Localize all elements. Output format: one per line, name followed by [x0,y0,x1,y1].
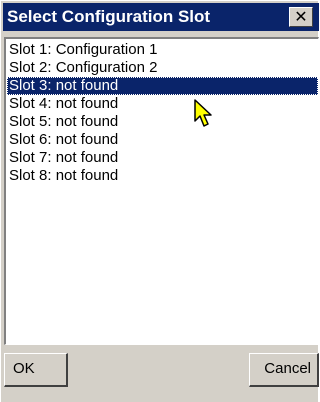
slot-listbox[interactable]: Slot 1: Configuration 1 Slot 2: Configur… [4,37,319,345]
list-item-slot-2[interactable]: Slot 2: Configuration 2 [7,59,318,77]
list-item-slot-1[interactable]: Slot 1: Configuration 1 [7,41,318,59]
cancel-button[interactable]: Cancel [249,353,319,387]
select-configuration-slot-dialog: Select Configuration Slot ✕ Slot 1: Conf… [0,0,319,402]
list-item-slot-7[interactable]: Slot 7: not found [7,149,318,167]
title-bar[interactable]: Select Configuration Slot ✕ [3,3,319,31]
list-item-slot-8[interactable]: Slot 8: not found [7,167,318,185]
list-item-slot-6[interactable]: Slot 6: not found [7,131,318,149]
close-button[interactable]: ✕ [289,7,313,27]
list-item-slot-4[interactable]: Slot 4: not found [7,95,318,113]
close-icon: ✕ [294,7,308,26]
mouse-pointer-icon [194,99,212,127]
list-item-slot-5[interactable]: Slot 5: not found [7,113,318,131]
ok-button[interactable]: OK [4,353,68,387]
dialog-title: Select Configuration Slot [7,7,211,26]
slot-list: Slot 1: Configuration 1 Slot 2: Configur… [7,41,318,185]
list-item-slot-3[interactable]: Slot 3: not found [7,77,318,95]
